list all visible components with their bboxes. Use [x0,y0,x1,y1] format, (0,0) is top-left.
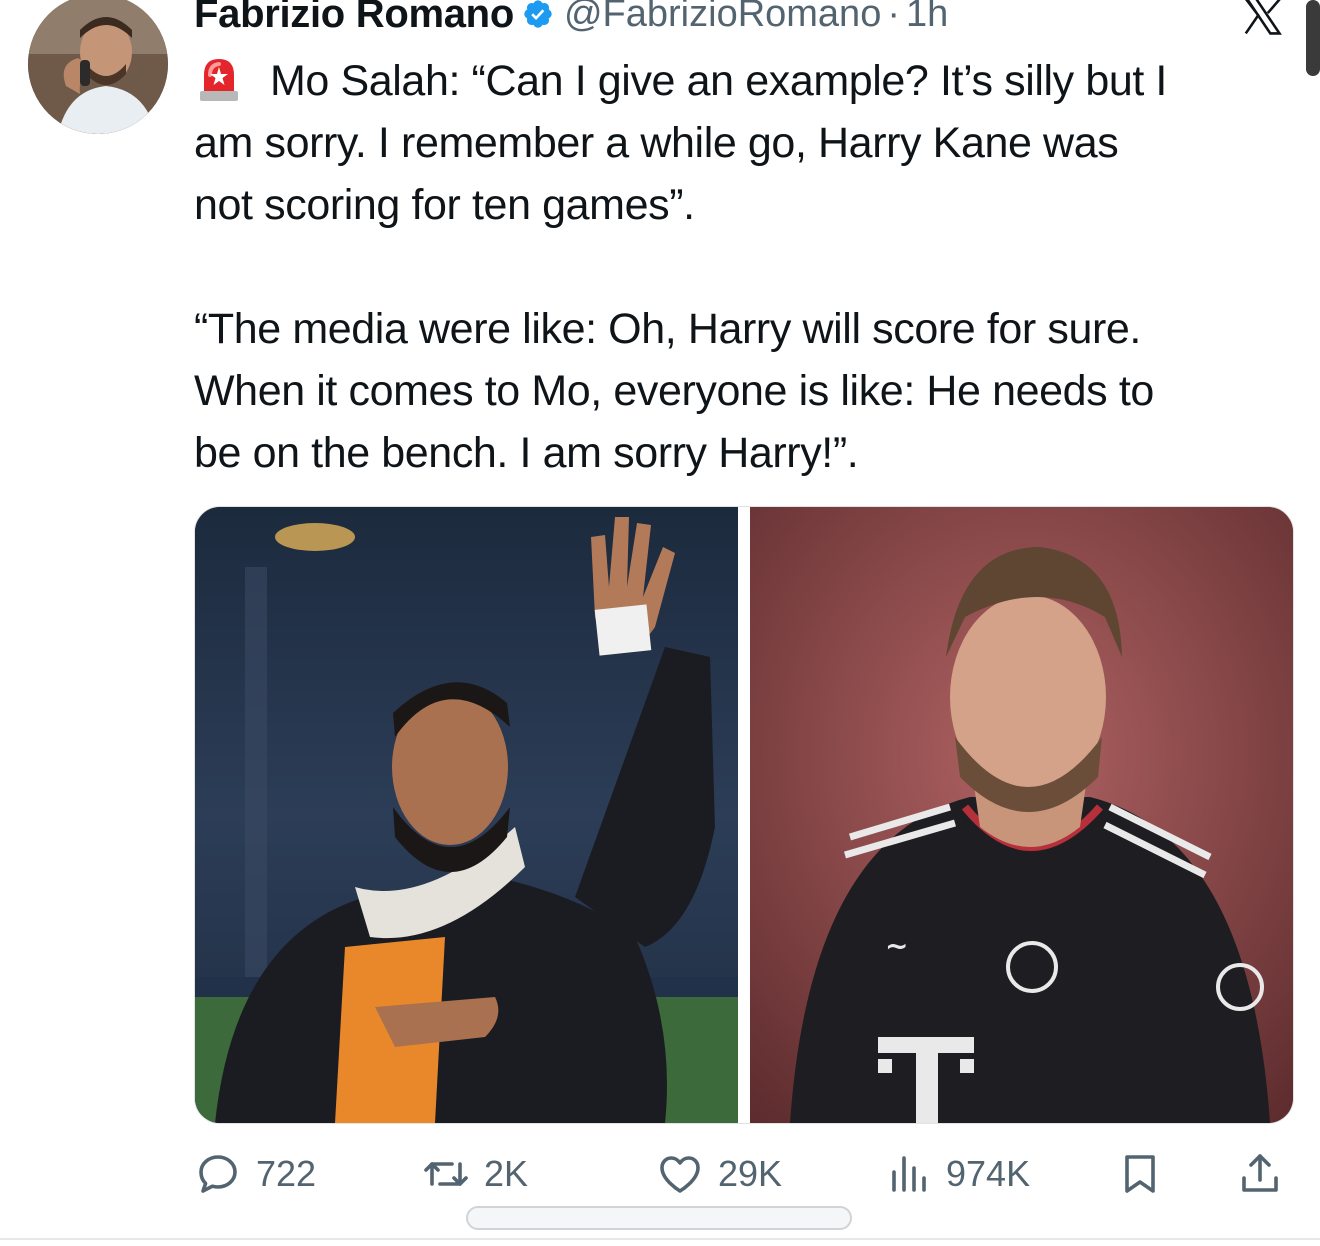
home-indicator[interactable] [466,1206,852,1230]
tweet-line-1: Mo Salah: “Can I give an example? It’s s… [270,57,1167,105]
bookmark-icon [1125,1155,1155,1193]
tweet-timestamp[interactable]: 1h [906,0,948,36]
tweet-media[interactable]: ~ [194,506,1294,1124]
like-count: 29K [718,1153,783,1194]
views-icon [892,1156,926,1192]
tweet-body: am sorry. I remember a while go, Harry K… [194,119,1154,477]
views-button[interactable]: 974K [884,1146,1030,1202]
like-icon [660,1156,700,1193]
svg-text:~: ~ [885,929,908,962]
photo-salah[interactable] [195,507,738,1123]
siren-icon [200,59,238,101]
bookmark-button[interactable] [1116,1146,1164,1202]
tweet-action-bar: 722 2K 29K 974K [194,1146,1294,1202]
reply-button[interactable]: 722 [194,1146,316,1202]
verified-badge-icon [524,0,552,28]
scroll-indicator[interactable] [1306,0,1320,76]
avatar-photo [28,0,168,134]
repost-count: 2K [484,1153,529,1194]
tweet-header: Fabrizio Romano @FabrizioRomano · 1h [194,0,948,42]
share-icon [1242,1154,1278,1192]
separator-dot: · [887,0,900,35]
repost-icon [424,1162,468,1186]
photo-kane[interactable]: ~ [750,507,1293,1123]
x-logo-icon[interactable] [1238,0,1288,38]
author-handle[interactable]: @FabrizioRomano [564,0,881,36]
reply-count: 722 [256,1153,317,1194]
author-name[interactable]: Fabrizio Romano [194,0,514,37]
author-avatar[interactable] [28,0,168,134]
bottom-divider [0,1238,1320,1240]
like-button[interactable]: 29K [656,1146,782,1202]
views-count: 974K [946,1153,1031,1194]
tweet-text: Mo Salah: “Can I give an example? It’s s… [194,50,1294,484]
repost-button[interactable]: 2K [422,1146,528,1202]
reply-icon [199,1155,237,1193]
share-button[interactable] [1236,1146,1284,1202]
